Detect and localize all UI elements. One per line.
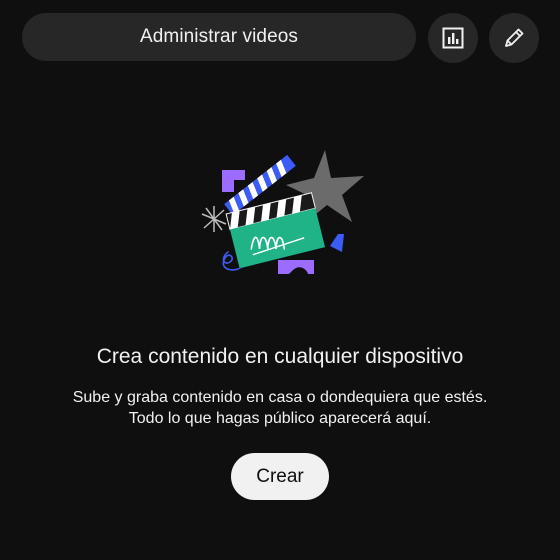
- analytics-button[interactable]: [428, 13, 478, 63]
- clapperboard-illustration: [201, 150, 364, 274]
- bar-chart-icon: [442, 27, 464, 49]
- empty-state-title: Crea contenido en cualquier dispositivo: [96, 345, 464, 368]
- edit-button[interactable]: [489, 13, 539, 63]
- manage-videos-label: Administrar videos: [139, 26, 299, 47]
- blue-triangle-shape: [330, 234, 344, 252]
- empty-state-description: Sube y graba contenido en casa o dondequ…: [0, 387, 560, 429]
- pencil-icon: [505, 28, 524, 47]
- sparkle-shape: [201, 206, 227, 232]
- empty-state-description-line-2: Todo lo que hagas público aparecerá aquí…: [128, 410, 432, 427]
- create-button[interactable]: Crear: [231, 453, 329, 500]
- purple-corner-shape: [222, 170, 245, 192]
- create-button-label: Crear: [256, 465, 304, 487]
- manage-videos-button[interactable]: Administrar videos: [22, 13, 416, 61]
- top-bar: Administrar videos: [0, 0, 560, 76]
- empty-state-description-line-1: Sube y graba contenido en casa o dondequ…: [72, 389, 488, 406]
- purple-bracket-shape: [278, 260, 314, 274]
